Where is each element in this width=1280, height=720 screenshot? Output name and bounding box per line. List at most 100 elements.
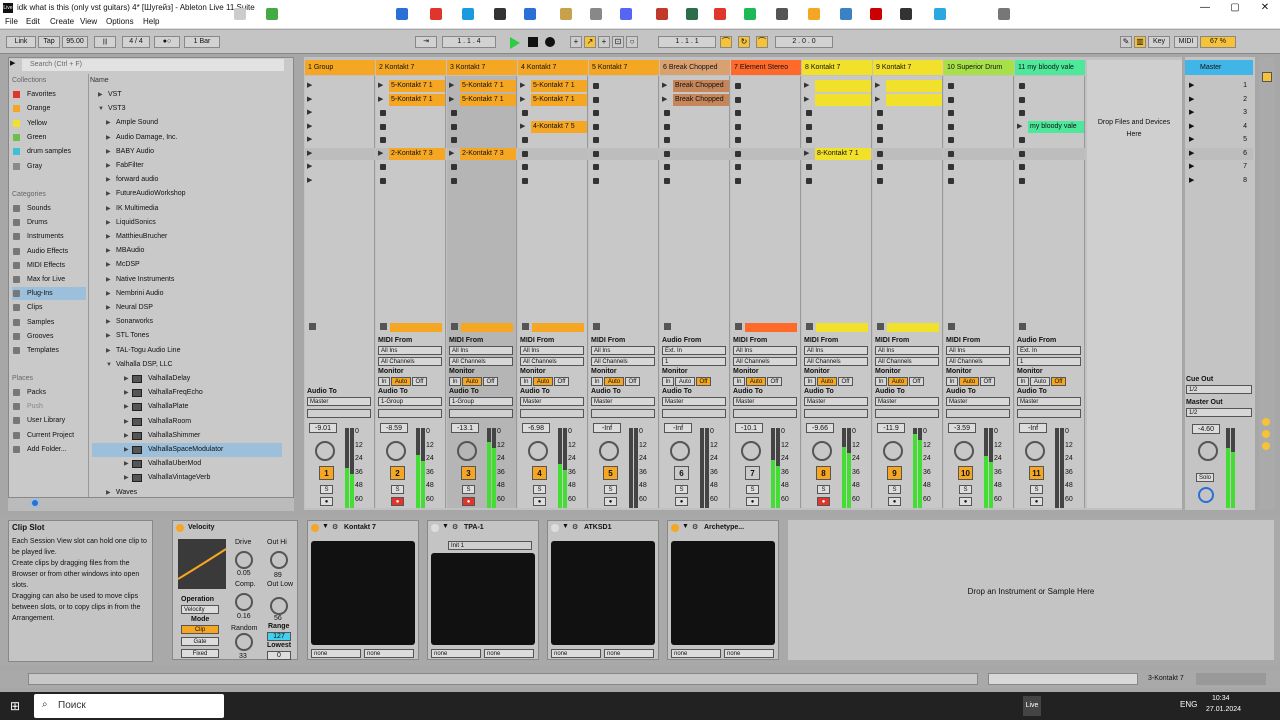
- category-item[interactable]: Samples: [12, 316, 86, 329]
- browser-tree-item[interactable]: ▼ Valhalla DSP, LLC: [92, 358, 282, 372]
- tap-button[interactable]: Tap: [38, 36, 60, 48]
- audio-to-dropdown[interactable]: Master: [804, 397, 868, 406]
- taskbar-app-icon[interactable]: [900, 8, 912, 20]
- clip-slot[interactable]: [1015, 107, 1085, 119]
- clip-slot[interactable]: [447, 161, 517, 173]
- clip-slot[interactable]: [447, 121, 517, 133]
- solo-button[interactable]: S: [959, 485, 972, 494]
- monitor-off-button[interactable]: Off: [838, 377, 853, 386]
- track-header[interactable]: 6 Break Chopped: [660, 60, 730, 75]
- stop-icon[interactable]: [528, 37, 538, 47]
- pan-knob[interactable]: [315, 441, 335, 461]
- output-routing-dropdown[interactable]: none: [484, 649, 534, 658]
- slot-stop-icon[interactable]: [593, 110, 599, 116]
- clip-slot[interactable]: ▶: [305, 161, 375, 173]
- slot-stop-icon[interactable]: [593, 137, 599, 143]
- session-record-icon[interactable]: ○: [626, 36, 638, 48]
- collapsed-arrow-icon[interactable]: ▶: [124, 471, 129, 485]
- follow-icon[interactable]: ⇥: [415, 36, 437, 48]
- collapsed-arrow-icon[interactable]: ▶: [106, 486, 111, 500]
- taskbar-app-icon[interactable]: [776, 8, 788, 20]
- clip-slot[interactable]: [1015, 80, 1085, 92]
- out-hi-knob[interactable]: [270, 551, 288, 569]
- taskbar-app-icon[interactable]: [560, 8, 572, 20]
- category-item[interactable]: Audio Effects: [12, 245, 86, 258]
- browser-tree-item[interactable]: ▶ FabFilter: [92, 159, 282, 173]
- track-activator-button[interactable]: 11: [1029, 466, 1044, 480]
- taskbar-app-icon[interactable]: [656, 8, 668, 20]
- arm-button[interactable]: ●: [391, 497, 404, 506]
- input-type-dropdown[interactable]: All Ins: [946, 346, 1010, 355]
- maximize-button[interactable]: ▢: [1220, 0, 1250, 16]
- pan-knob[interactable]: [954, 441, 974, 461]
- clip-slot[interactable]: [660, 107, 730, 119]
- slot-stop-icon[interactable]: [522, 150, 528, 157]
- monitor-off-button[interactable]: Off: [1051, 377, 1066, 386]
- input-type-dropdown[interactable]: All Ins: [875, 346, 939, 355]
- track-activator-button[interactable]: 7: [745, 466, 760, 480]
- browser-tree-item[interactable]: ▶ MatthieuBrucher: [92, 230, 282, 244]
- browser-tree-item[interactable]: ▶ Sonarworks: [92, 315, 282, 329]
- clip-slot[interactable]: [944, 94, 1014, 106]
- browser-tree-item[interactable]: ▶ ValhallaFreqEcho: [92, 386, 282, 400]
- slot-play-icon[interactable]: ▶: [307, 161, 312, 173]
- taskbar-app-icon[interactable]: [462, 8, 474, 20]
- taskbar-app-icon[interactable]: [934, 8, 946, 20]
- monitor-auto-button[interactable]: Auto: [746, 377, 766, 386]
- slot-stop-icon[interactable]: [593, 150, 599, 157]
- clip-play-icon[interactable]: ▶: [520, 80, 525, 92]
- master-volume-field[interactable]: -4.60: [1192, 424, 1220, 434]
- clip-play-icon[interactable]: ▶: [662, 80, 667, 92]
- clip[interactable]: ▶ 8-Kontakt 7 1: [802, 147, 872, 160]
- taskbar-app-icon[interactable]: [808, 8, 820, 20]
- track-header[interactable]: 4 Kontakt 7: [518, 60, 588, 75]
- clip-slot[interactable]: [873, 107, 943, 119]
- slot-play-icon[interactable]: ▶: [307, 80, 312, 92]
- taskbar-app-icon[interactable]: [430, 8, 442, 20]
- place-item[interactable]: Current Project: [12, 429, 86, 442]
- taskbar-app-icon[interactable]: [744, 8, 756, 20]
- clip-slot[interactable]: [1015, 161, 1085, 173]
- solo-button[interactable]: S: [1030, 485, 1043, 494]
- track-activator-button[interactable]: 9: [887, 466, 902, 480]
- preview-icon[interactable]: [30, 498, 40, 508]
- clip-play-icon[interactable]: ▶: [449, 80, 454, 92]
- metronome-icon[interactable]: |||: [94, 36, 116, 48]
- track-stop-icon[interactable]: [380, 323, 387, 330]
- taskbar-app-icon[interactable]: [494, 8, 506, 20]
- audio-to-dropdown[interactable]: Master: [946, 397, 1010, 406]
- slot-stop-icon[interactable]: [593, 96, 599, 103]
- audio-to-dropdown[interactable]: 1-Group: [449, 397, 513, 406]
- clip-slot[interactable]: [376, 134, 446, 146]
- browser-tree-item[interactable]: ▶ Native Instruments: [92, 273, 282, 287]
- clip-slot[interactable]: [802, 175, 872, 187]
- browser-tree-item[interactable]: ▼ VST3: [92, 102, 282, 116]
- slot-stop-icon[interactable]: [593, 177, 599, 184]
- slot-stop-icon[interactable]: [806, 123, 812, 130]
- slot-stop-icon[interactable]: [664, 164, 670, 170]
- slot-stop-icon[interactable]: [1019, 96, 1025, 103]
- key-map-button[interactable]: Key: [1148, 36, 1170, 48]
- clip-slot[interactable]: [731, 121, 801, 133]
- slot-stop-icon[interactable]: [735, 83, 741, 89]
- solo-button[interactable]: S: [462, 485, 475, 494]
- clip-slot[interactable]: [731, 80, 801, 92]
- clip[interactable]: ▶ 5-Kontakt 7 1: [518, 80, 588, 92]
- slot-stop-icon[interactable]: [522, 137, 528, 143]
- volume-field[interactable]: -13.1: [451, 423, 479, 433]
- input-type-dropdown[interactable]: All Ins: [378, 346, 442, 355]
- clip-slot[interactable]: [589, 80, 659, 92]
- arm-button[interactable]: ●: [604, 497, 617, 506]
- lowest-field[interactable]: 0: [267, 651, 291, 660]
- clip-play-icon[interactable]: ▶: [804, 148, 809, 160]
- collapsed-arrow-icon[interactable]: ▶: [124, 415, 129, 429]
- browser-tree-item[interactable]: ▶ ValhallaShimmer: [92, 429, 282, 443]
- audio-to-dropdown[interactable]: Master: [520, 397, 584, 406]
- language-indicator[interactable]: ENG: [1180, 700, 1197, 709]
- arm-button[interactable]: ●: [959, 497, 972, 506]
- slot-play-icon[interactable]: ▶: [307, 175, 312, 187]
- monitor-in-button[interactable]: In: [733, 377, 745, 386]
- browser-tree-item[interactable]: ▶ VST: [92, 88, 282, 102]
- clip-slot[interactable]: [660, 175, 730, 187]
- taskbar-app-icon[interactable]: [590, 8, 602, 20]
